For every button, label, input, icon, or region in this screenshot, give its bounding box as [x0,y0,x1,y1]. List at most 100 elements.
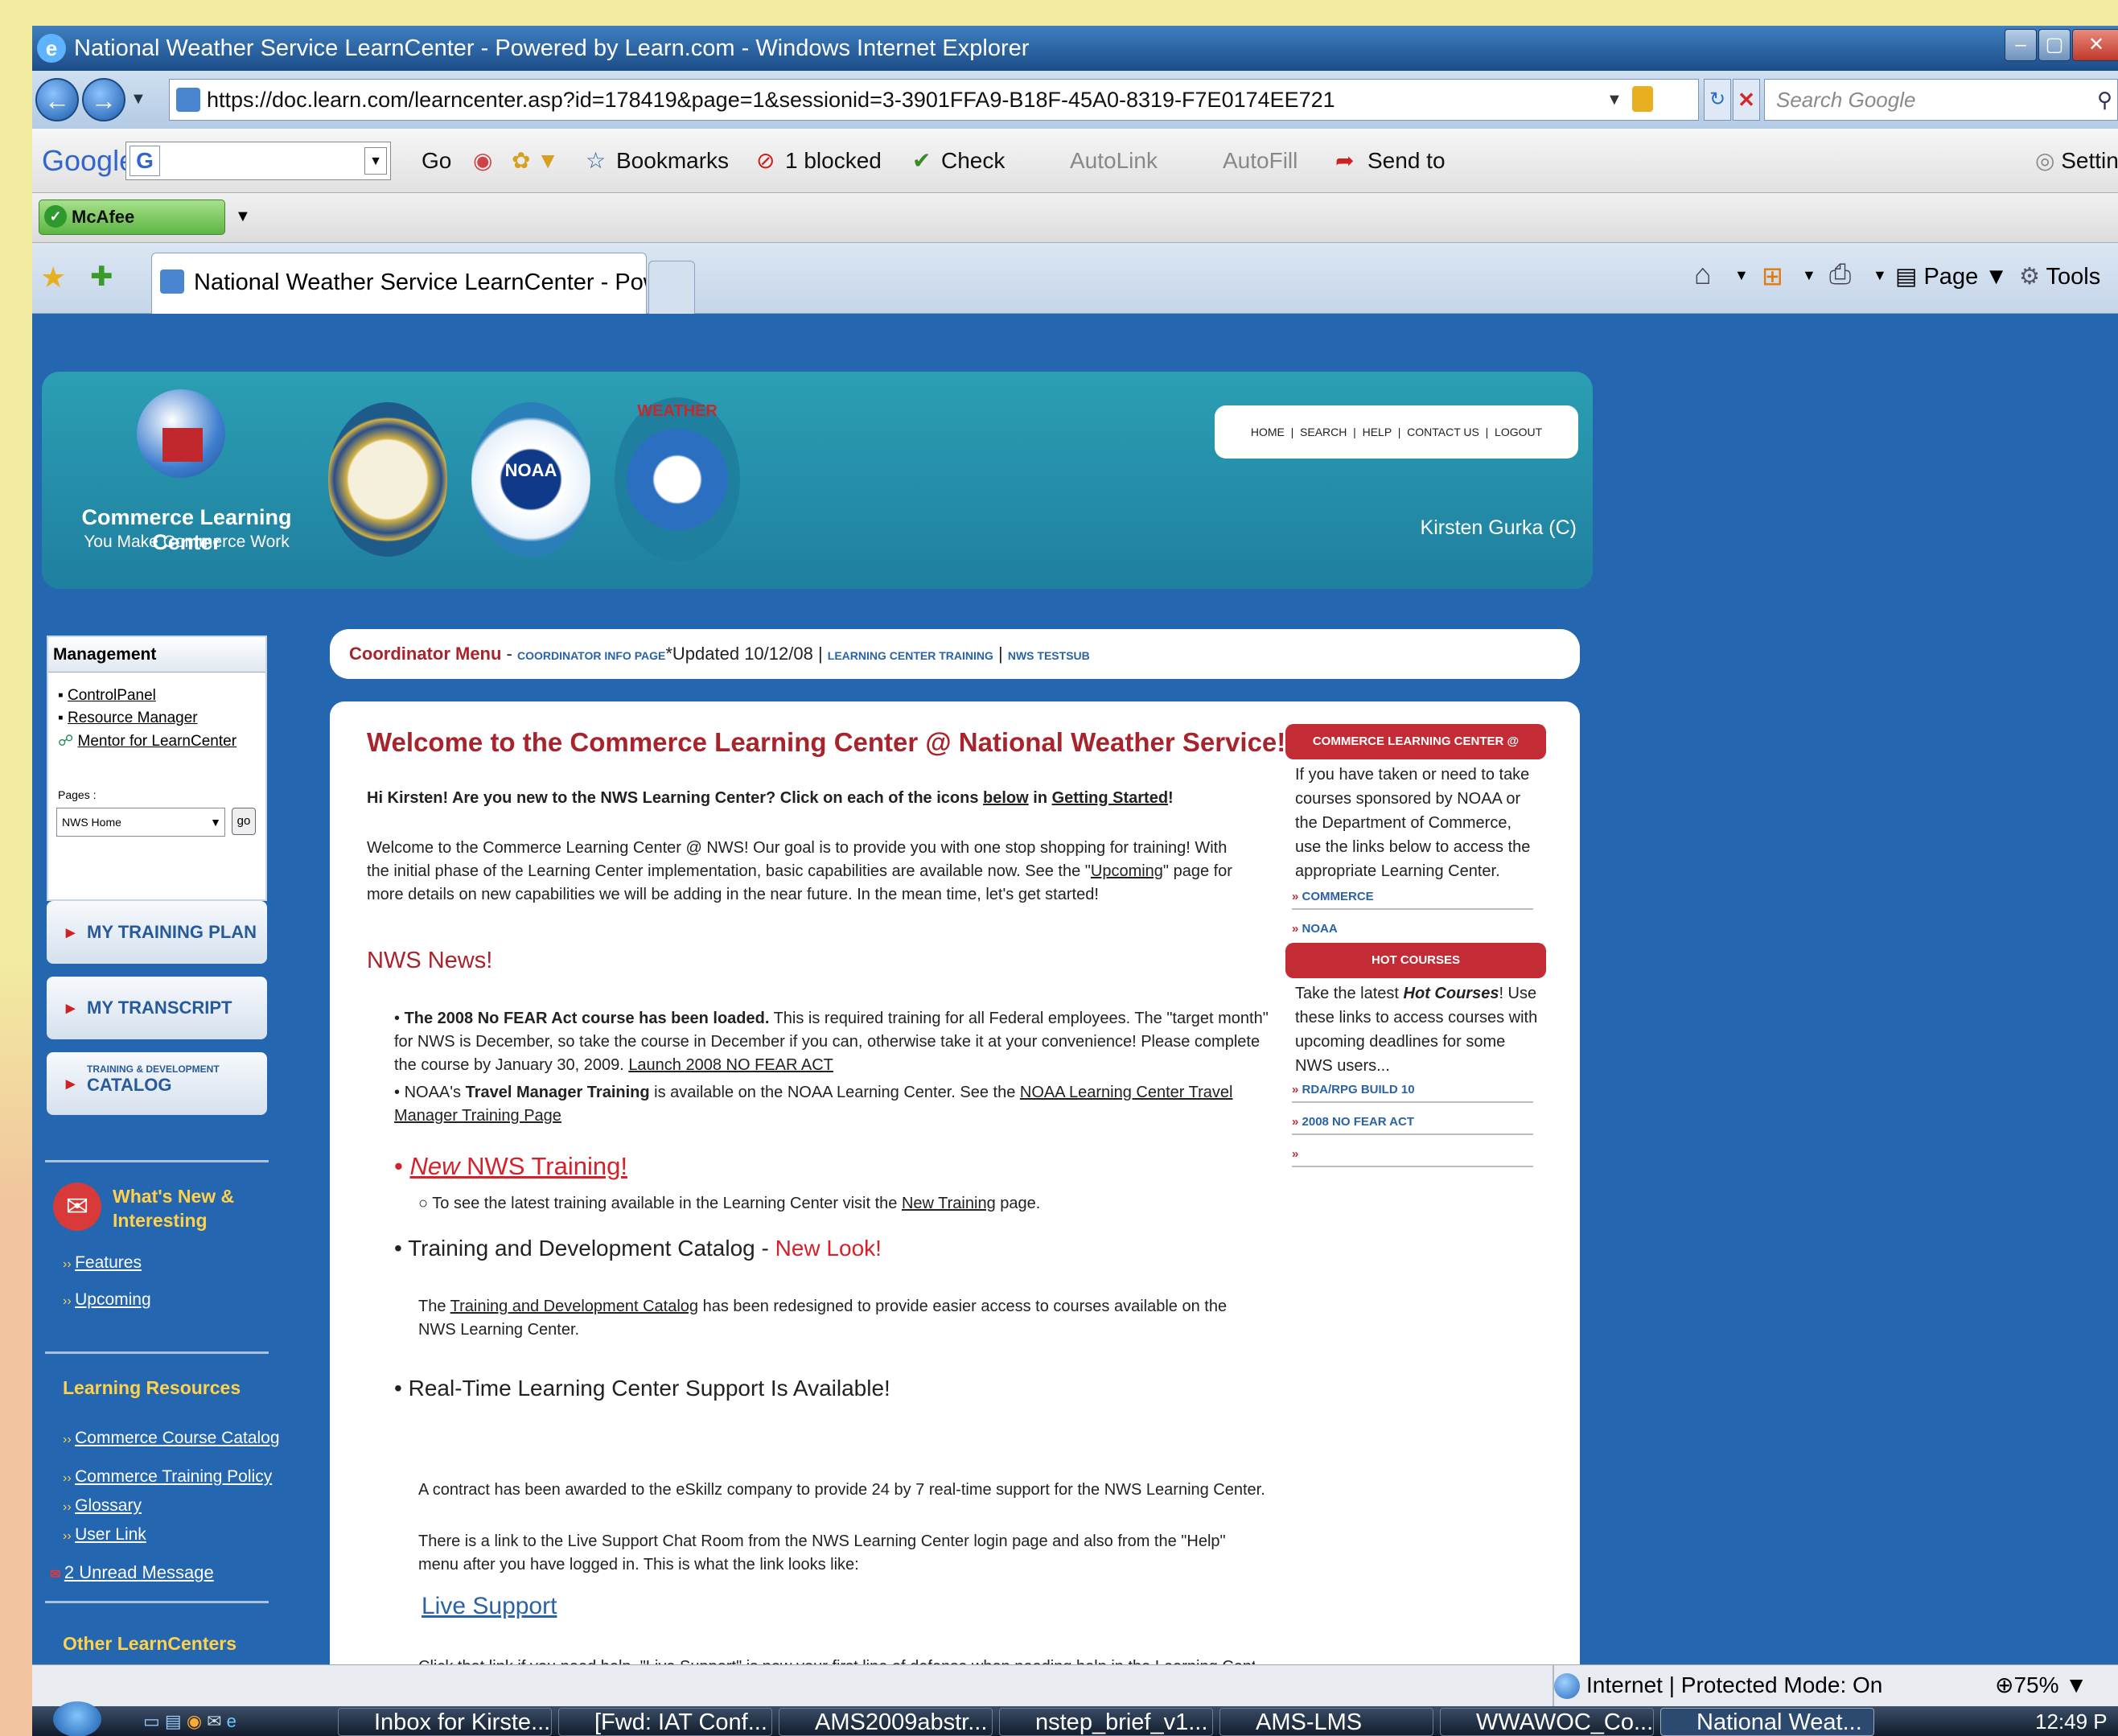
firefox-icon[interactable]: ◉ [187,1711,207,1731]
ie-launch-icon[interactable]: e [227,1711,236,1731]
address-dropdown-icon[interactable]: ▼ [1606,80,1622,120]
stop-icon[interactable]: ✕ [1733,79,1760,121]
thunderbird-icon[interactable]: ✉ [207,1711,227,1731]
search-link[interactable]: SEARCH [1300,426,1347,438]
learning-center-training-link[interactable]: LEARNING CENTER TRAINING [828,649,993,662]
taskbar-item-ams2009[interactable]: AMS2009abstr... [779,1708,993,1736]
noaa-link-row[interactable]: » NOAA [1292,922,1533,940]
no-fear-link-row[interactable]: » 2008 NO FEAR ACT [1292,1115,1533,1135]
features-link-row[interactable]: ›› Features [63,1253,142,1273]
bookmarks-button[interactable]: Bookmarks [616,129,729,193]
print-dropdown-icon[interactable]: ▼ [1873,267,1887,284]
home-link[interactable]: HOME [1251,426,1285,438]
mcafee-dropdown-icon[interactable]: ▼ [235,208,251,226]
unread-message-link[interactable]: 2 Unread Message [64,1562,214,1582]
switch-windows-icon[interactable]: ▤ [165,1711,187,1731]
upcoming-inline-link[interactable]: Upcoming [1091,862,1163,880]
feeds-dropdown-icon[interactable]: ▼ [1802,267,1816,284]
new-training-heading[interactable]: • New NWS Training! [394,1152,627,1181]
forward-button[interactable]: → [82,78,125,121]
commerce-link[interactable]: COMMERCE [1302,890,1374,903]
security-zone[interactable]: Internet | Protected Mode: On [1586,1665,1882,1705]
taskbar-item-national-weather[interactable]: National Weat... [1660,1708,1874,1736]
search-icon[interactable]: ⚲ [2097,80,2112,120]
maximize-button[interactable]: ▢ [2038,29,2071,61]
management-item-resource-manager[interactable]: ▪ Resource Manager [58,710,198,727]
taskbar-item-inbox[interactable]: Inbox for Kirste... [338,1708,552,1736]
system-clock[interactable]: 12:49 P [2035,1709,2108,1734]
glossary-row[interactable]: ›› Glossary [63,1496,142,1516]
catalog-link[interactable]: Training and Development Catalog [450,1298,698,1315]
getting-started-link[interactable]: Getting Started [1052,789,1168,807]
lock-icon[interactable] [1632,86,1653,112]
check-button[interactable]: Check [941,129,1005,193]
my-transcript-button[interactable]: ▸ MY TRANSCRIPT [47,977,267,1039]
autofill-button[interactable]: AutoFill [1223,129,1298,193]
autolink-button[interactable]: AutoLink [1070,129,1158,193]
favorites-star-icon[interactable]: ★ [40,261,66,294]
page-menu-button[interactable]: ▤ Page ▼ [1895,262,2008,290]
course-catalog-row[interactable]: ›› Commerce Course Catalog [63,1429,280,1448]
go-page-button[interactable]: go [232,808,256,835]
noaa-link[interactable]: NOAA [1302,922,1338,936]
google-search-box[interactable]: G ▼ [125,142,391,180]
back-button[interactable]: ← [35,78,79,121]
google-dropdown-icon[interactable]: ▼ [364,147,387,175]
upcoming-link-row[interactable]: ›› Upcoming [63,1290,151,1310]
management-item-mentor[interactable]: ☍ Mentor for LearnCenter [58,732,236,751]
mentor-link[interactable]: Mentor for LearnCenter [78,733,237,750]
print-icon[interactable]: ⎙ [1829,259,1851,290]
taskbar-item-fwd-iat[interactable]: [Fwd: IAT Conf... [558,1708,772,1736]
resource-manager-link[interactable]: Resource Manager [68,710,198,726]
tab-active[interactable]: National Weather Service LearnCenter - P… [151,253,647,314]
send-to-button[interactable]: Send to [1367,129,1446,193]
refresh-icon[interactable]: ↻ [1704,79,1731,121]
settings-button[interactable]: ◎ Settin [2035,129,2118,193]
rda-rpg-link-row[interactable]: » RDA/RPG BUILD 10 [1292,1083,1533,1103]
no-fear-act-link[interactable]: 2008 NO FEAR ACT [1302,1115,1414,1129]
commerce-course-catalog-link[interactable]: Commerce Course Catalog [75,1429,279,1447]
show-desktop-icon[interactable]: ▭ [143,1711,165,1731]
rda-rpg-build-link[interactable]: RDA/RPG BUILD 10 [1302,1083,1415,1096]
taskbar-item-wwawoc[interactable]: WWAWOC_Co... [1440,1708,1654,1736]
popup-blocked-count[interactable]: 1 blocked [785,129,882,193]
mcafee-siteadvisor-button[interactable]: ✓ McAfee SiteAdvisor [39,200,225,261]
glossary-link[interactable]: Glossary [75,1496,142,1515]
bookmarks-star-icon[interactable]: ☆ [586,129,606,193]
add-favorites-icon[interactable]: ✚ [90,261,113,293]
training-policy-row[interactable]: ›› Commerce Training Policy [63,1467,272,1487]
new-training-link[interactable]: New Training [902,1195,996,1212]
google-g-icon[interactable]: G [130,146,160,176]
launch-no-fear-link[interactable]: Launch 2008 NO FEAR ACT [628,1056,833,1074]
unread-message-row[interactable]: ✉ 2 Unread Message [50,1562,214,1583]
management-item-controlpanel[interactable]: ▪ ControlPanel [58,687,156,705]
home-icon[interactable]: ⌂ [1694,257,1712,291]
coordinator-info-link[interactable]: COORDINATOR INFO PAGE [517,649,665,662]
commerce-training-policy-link[interactable]: Commerce Training Policy [75,1467,272,1486]
commerce-link-row[interactable]: » COMMERCE [1292,890,1533,910]
recent-pages-dropdown-icon[interactable]: ▼ [130,90,146,109]
logout-link[interactable]: LOGOUT [1495,426,1542,438]
close-button[interactable]: ✕ [2072,29,2118,61]
contact-us-link[interactable]: CONTACT US [1407,426,1479,438]
new-tab-button[interactable] [648,261,695,314]
go-button[interactable]: Go [422,129,451,193]
start-button[interactable] [53,1701,101,1736]
my-training-plan-button[interactable]: ▸ MY TRAINING PLAN [47,901,267,964]
taskbar-item-ams-lms[interactable]: AMS-LMS [1219,1708,1433,1736]
pagerank-icon[interactable]: ◉ [473,129,492,193]
tools-menu-button[interactable]: ⚙ Tools [2019,262,2100,290]
taskbar-item-nstep[interactable]: nstep_brief_v1... [999,1708,1213,1736]
empty-link-row[interactable]: » [1292,1147,1533,1167]
nws-testsub-link[interactable]: NWS TESTSUB [1008,649,1090,662]
zoom-level[interactable]: ⊕75% ▼ [1995,1665,2087,1705]
home-dropdown-icon[interactable]: ▼ [1734,267,1749,284]
popup-icon[interactable]: ✿ ▼ [512,129,559,193]
feeds-icon[interactable]: ⊞ [1762,261,1783,291]
help-link[interactable]: HELP [1363,426,1392,438]
upcoming-link[interactable]: Upcoming [75,1290,151,1309]
live-support-link[interactable]: Live Support [422,1593,557,1620]
minimize-button[interactable]: – [2005,29,2037,61]
features-link[interactable]: Features [75,1253,142,1272]
pages-select[interactable]: NWS Home ▼ [56,808,225,837]
